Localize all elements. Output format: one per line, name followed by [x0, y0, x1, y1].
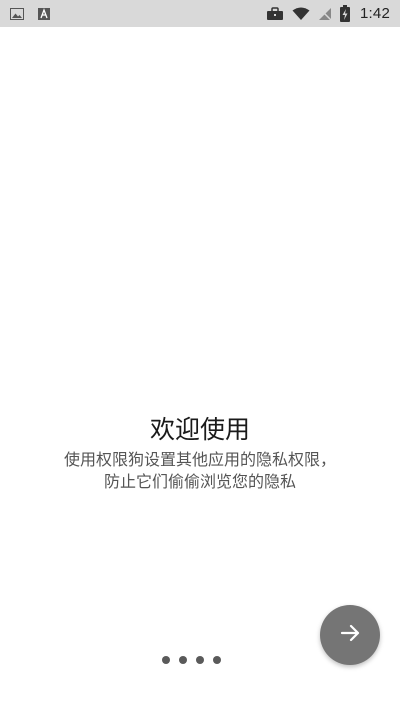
font-icon — [38, 7, 50, 20]
welcome-description-line-2: 防止它们偷偷浏览您的隐私 — [103, 472, 296, 491]
wifi-icon — [292, 7, 310, 21]
status-bar: 1:42 — [0, 0, 400, 27]
page-indicator-dot[interactable] — [212, 656, 221, 664]
page-indicator-dot[interactable] — [161, 656, 170, 664]
status-bar-notifications — [10, 0, 50, 27]
welcome-description: 使用权限狗设置其他应用的隐私权限， 防止它们偷偷浏览您的隐私 — [20, 449, 380, 493]
arrow-right-icon — [339, 622, 361, 648]
next-button[interactable] — [320, 605, 380, 665]
page-indicator-dot[interactable] — [178, 656, 187, 664]
no-sim-icon — [318, 6, 332, 21]
briefcase-icon — [266, 6, 284, 21]
welcome-description-line-1: 使用权限狗设置其他应用的隐私权限， — [63, 450, 336, 469]
welcome-screen: 1:42 欢迎使用 使用权限狗设置其他应用的隐私权限， 防止它们偷偷浏览您的隐私 — [0, 0, 400, 711]
welcome-title: 欢迎使用 — [149, 415, 250, 444]
page-indicator-dot[interactable] — [195, 656, 204, 664]
image-icon — [10, 7, 24, 20]
battery-charging-icon — [340, 5, 350, 22]
status-bar-system: 1:42 — [266, 0, 390, 27]
status-time: 1:42 — [360, 5, 390, 22]
